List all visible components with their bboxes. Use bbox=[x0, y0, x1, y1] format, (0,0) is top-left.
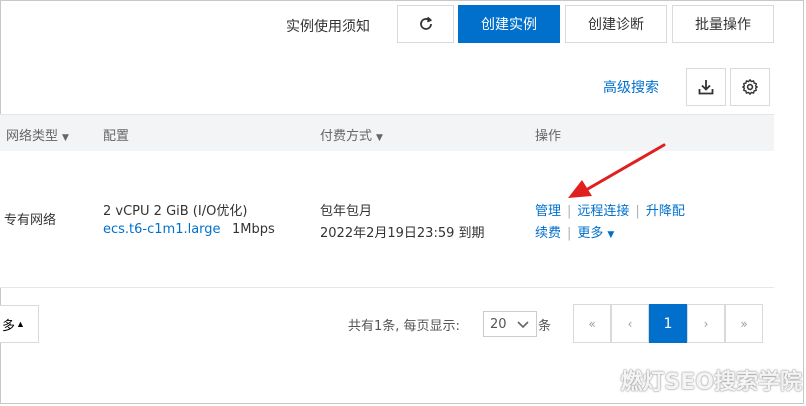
download-icon bbox=[698, 80, 714, 95]
first-page-button[interactable]: « bbox=[573, 304, 611, 343]
cell-instance-type-link[interactable]: ecs.t6-c1m1.large bbox=[103, 222, 221, 237]
cell-bandwidth: 1Mbps bbox=[232, 222, 275, 237]
separator: | bbox=[567, 204, 572, 219]
download-button[interactable] bbox=[686, 68, 726, 106]
header-billing[interactable]: 付费方式 ▼ bbox=[320, 125, 383, 144]
settings-button[interactable] bbox=[730, 68, 770, 106]
sort-caret-icon: ▼ bbox=[376, 133, 383, 143]
advanced-search-link[interactable]: 高级搜索 bbox=[603, 77, 659, 97]
current-page-button[interactable]: 1 bbox=[649, 304, 687, 343]
batch-operations-button[interactable]: 批量操作 bbox=[672, 5, 774, 43]
sort-caret-icon: ▼ bbox=[62, 133, 69, 143]
renew-link[interactable]: 续费 bbox=[535, 226, 561, 241]
separator: | bbox=[567, 226, 572, 241]
more-actions-dropdown[interactable]: 更多 ▼ bbox=[577, 226, 614, 241]
page-size-unit: 条 bbox=[538, 319, 552, 334]
create-diagnosis-button[interactable]: 创建诊断 bbox=[565, 5, 667, 43]
cell-expire-date: 2022年2月19日23:59 到期 bbox=[320, 226, 485, 241]
separator: | bbox=[635, 204, 640, 219]
gear-icon bbox=[742, 79, 758, 95]
manage-link[interactable]: 管理 bbox=[535, 204, 561, 219]
triangle-up-icon: ▲ bbox=[16, 319, 25, 329]
page-size-select[interactable]: 20 bbox=[483, 311, 537, 337]
upgrade-link[interactable]: 升降配 bbox=[646, 204, 685, 219]
cell-billing-type: 包年包月 bbox=[320, 204, 373, 219]
cell-config-spec: 2 vCPU 2 GiB (I/O优化) bbox=[103, 204, 248, 219]
prev-page-button[interactable]: ‹ bbox=[611, 304, 649, 343]
actions-line-2: 续费 | 更多 ▼ bbox=[535, 222, 614, 241]
last-page-button[interactable]: » bbox=[725, 304, 763, 343]
instance-notice-link[interactable]: 实例使用须知 bbox=[286, 16, 370, 36]
caret-down-icon: ▼ bbox=[607, 230, 615, 240]
more-toggle-button[interactable]: 多 ▲ bbox=[0, 305, 39, 343]
total-count-text: 共有1条, 每页显示: bbox=[348, 319, 460, 334]
actions-line-1: 管理 | 远程连接 | 升降配 bbox=[535, 200, 685, 219]
annotation-arrow bbox=[568, 143, 666, 198]
watermark: 燃灯SEO搜索学院 bbox=[620, 370, 802, 395]
create-instance-button[interactable]: 创建实例 bbox=[458, 5, 560, 43]
refresh-button[interactable] bbox=[397, 5, 454, 43]
header-config: 配置 bbox=[103, 129, 130, 144]
header-network-type[interactable]: 网络类型 ▼ bbox=[6, 125, 69, 144]
chevron-down-icon bbox=[517, 321, 529, 329]
next-page-button[interactable]: › bbox=[687, 304, 725, 343]
header-actions: 操作 bbox=[535, 129, 562, 144]
refresh-icon bbox=[419, 16, 432, 30]
remote-connect-link[interactable]: 远程连接 bbox=[577, 204, 629, 219]
cell-network-type: 专有网络 bbox=[4, 213, 57, 228]
